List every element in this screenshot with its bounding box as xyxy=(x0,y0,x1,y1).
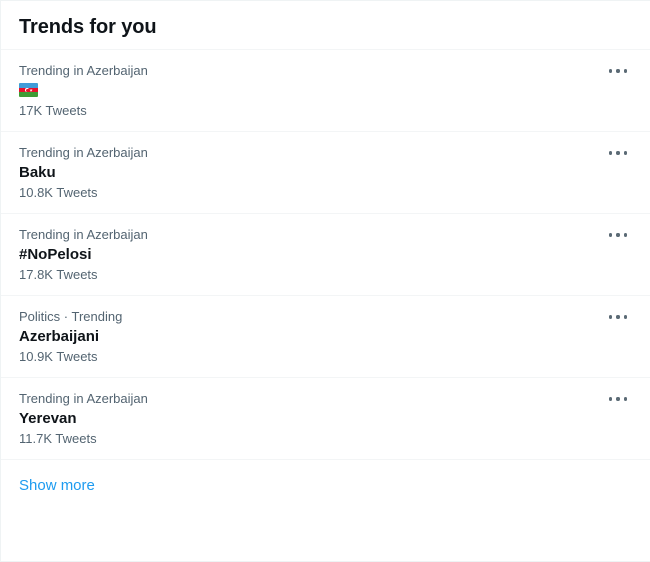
page-title: Trends for you xyxy=(19,16,157,38)
trend-tweet-count: 17K Tweets xyxy=(19,103,87,118)
menu-dot xyxy=(623,315,628,319)
more-horizontal-icon[interactable] xyxy=(602,142,634,164)
trend-category-label: Trending in Azerbaijan xyxy=(19,227,148,242)
azerbaijan-flag-emoji xyxy=(19,83,38,97)
trends-panel: Trends for you Trending in Azerbaijan 17… xyxy=(0,0,650,562)
trend-list: Trending in Azerbaijan 17K Tweets Trendi… xyxy=(1,49,650,459)
trend-name: #NoPelosi xyxy=(19,246,92,263)
trend-category-label: Trending in Azerbaijan xyxy=(19,391,148,406)
menu-dot xyxy=(608,69,613,73)
trend-tweet-count: 17.8K Tweets xyxy=(19,267,98,282)
trend-name: Baku xyxy=(19,164,56,181)
trends-footer: Show more xyxy=(1,459,650,512)
menu-dot xyxy=(616,315,620,319)
trend-row[interactable]: Trending in Azerbaijan Yerevan 11.7K Twe… xyxy=(1,377,650,459)
more-horizontal-icon[interactable] xyxy=(602,60,634,82)
menu-dot xyxy=(608,315,613,319)
more-horizontal-icon[interactable] xyxy=(602,306,634,328)
menu-dot xyxy=(616,151,620,155)
trend-row[interactable]: Politics · Trending Azerbaijani 10.9K Tw… xyxy=(1,295,650,377)
show-more-link[interactable]: Show more xyxy=(19,476,95,496)
trend-name: Azerbaijani xyxy=(19,328,100,345)
more-horizontal-icon[interactable] xyxy=(602,388,634,410)
trend-row[interactable]: Trending in Azerbaijan 17K Tweets xyxy=(1,49,650,131)
menu-dot xyxy=(616,69,620,73)
menu-dot xyxy=(608,233,613,237)
menu-dot xyxy=(616,397,620,401)
trend-name: Yerevan xyxy=(19,410,77,427)
menu-dot xyxy=(623,69,628,73)
trend-category-label: Trending in Azerbaijan xyxy=(19,145,148,160)
more-horizontal-icon[interactable] xyxy=(602,224,634,246)
trends-header: Trends for you xyxy=(1,1,650,49)
trend-name xyxy=(19,80,600,101)
menu-dot xyxy=(608,151,613,155)
trend-tweet-count: 11.7K Tweets xyxy=(19,431,97,446)
trend-tweet-count: 10.9K Tweets xyxy=(19,349,98,364)
trend-tweet-count: 10.8K Tweets xyxy=(19,185,98,200)
trend-row[interactable]: Trending in Azerbaijan Baku 10.8K Tweets xyxy=(1,131,650,213)
menu-dot xyxy=(623,397,628,401)
trend-category-label: Politics · Trending xyxy=(19,309,123,324)
menu-dot xyxy=(608,397,613,401)
trend-row[interactable]: Trending in Azerbaijan #NoPelosi 17.8K T… xyxy=(1,213,650,295)
menu-dot xyxy=(616,233,620,237)
menu-dot xyxy=(623,233,628,237)
trend-category-label: Trending in Azerbaijan xyxy=(19,63,148,78)
menu-dot xyxy=(623,151,628,155)
